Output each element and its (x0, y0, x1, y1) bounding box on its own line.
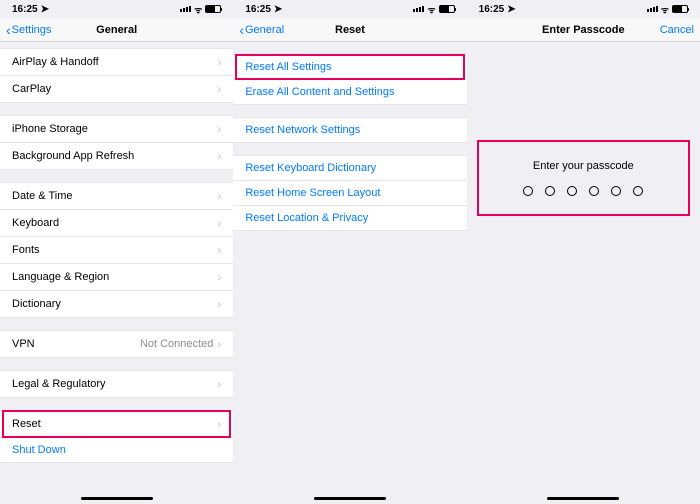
chevron-right-icon: › (217, 337, 221, 351)
cancel-button[interactable]: Cancel (660, 24, 694, 36)
list-row[interactable]: Legal & Regulatory› (0, 370, 233, 398)
row-label: Reset Keyboard Dictionary (245, 162, 454, 174)
row-label: Keyboard (12, 217, 217, 229)
signal-icon (413, 6, 424, 12)
list-row[interactable]: Reset Home Screen Layout (233, 181, 466, 206)
list-row[interactable]: VPNNot Connected › (0, 330, 233, 358)
list-row[interactable]: Reset Location & Privacy (233, 206, 466, 231)
list-row[interactable]: Fonts› (0, 237, 233, 264)
chevron-right-icon: › (217, 149, 221, 163)
battery-icon (205, 5, 221, 13)
list-row[interactable]: Language & Region› (0, 264, 233, 291)
row-label: AirPlay & Handoff (12, 56, 217, 68)
list-row[interactable]: Reset Network Settings (233, 117, 466, 143)
chevron-left-icon: ‹ (6, 23, 11, 37)
row-label: Language & Region (12, 271, 217, 283)
passcode-dot (567, 186, 577, 196)
row-label: Fonts (12, 244, 217, 256)
chevron-right-icon: › (217, 216, 221, 230)
wifi-icon: ᯤ (661, 3, 669, 16)
home-indicator[interactable] (547, 497, 619, 500)
status-bar: 16:25 ➤ ᯤ (233, 0, 466, 18)
status-bar: 16:25 ➤ ᯤ (467, 0, 700, 18)
row-label: iPhone Storage (12, 123, 217, 135)
row-label: VPN (12, 338, 140, 350)
chevron-right-icon: › (217, 122, 221, 136)
chevron-right-icon: › (217, 189, 221, 203)
row-label: Date & Time (12, 190, 217, 202)
row-label: Reset Location & Privacy (245, 212, 454, 224)
list-row[interactable]: Dictionary› (0, 291, 233, 318)
list-row[interactable]: Date & Time› (0, 182, 233, 210)
list-row[interactable]: AirPlay & Handoff› (0, 48, 233, 76)
list-row[interactable]: Shut Down (0, 438, 233, 463)
row-label: Reset All Settings (245, 61, 454, 73)
screen-passcode: 16:25 ➤ ᯤ Enter Passcode Cancel Enter yo… (467, 0, 700, 504)
list-row[interactable]: Reset Keyboard Dictionary (233, 155, 466, 181)
screen-general: 16:25 ➤ ᯤ ‹ Settings General AirPlay & H… (0, 0, 233, 504)
reset-list[interactable]: Reset All Settings Erase All Content and … (233, 42, 466, 504)
chevron-right-icon: › (217, 297, 221, 311)
list-row[interactable]: Keyboard› (0, 210, 233, 237)
status-bar: 16:25 ➤ ᯤ (0, 0, 233, 18)
navbar: Enter Passcode Cancel (467, 18, 700, 42)
back-button[interactable]: ‹ General (239, 23, 284, 37)
row-label: Shut Down (12, 444, 221, 456)
location-icon: ➤ (41, 4, 49, 15)
status-time: 16:25 (479, 4, 505, 15)
row-label: Reset Home Screen Layout (245, 187, 454, 199)
list-row[interactable]: Background App Refresh› (0, 143, 233, 170)
passcode-dots[interactable] (479, 186, 688, 196)
location-icon: ➤ (274, 4, 282, 15)
passcode-dot (589, 186, 599, 196)
chevron-right-icon: › (217, 243, 221, 257)
settings-list[interactable]: AirPlay & Handoff›CarPlay›iPhone Storage… (0, 42, 233, 504)
back-button[interactable]: ‹ Settings (6, 23, 51, 37)
row-label: Reset Network Settings (245, 124, 454, 136)
passcode-panel: Enter your passcode (477, 140, 690, 216)
battery-icon (672, 5, 688, 13)
row-value: Not Connected (140, 338, 213, 350)
status-time: 16:25 (245, 4, 271, 15)
screen-reset: 16:25 ➤ ᯤ ‹ General Reset Reset All Sett… (233, 0, 466, 504)
chevron-left-icon: ‹ (239, 23, 244, 37)
chevron-right-icon: › (217, 270, 221, 284)
passcode-dot (545, 186, 555, 196)
chevron-right-icon: › (217, 377, 221, 391)
navbar: ‹ General Reset (233, 18, 466, 42)
battery-icon (439, 5, 455, 13)
home-indicator[interactable] (81, 497, 153, 500)
back-label: General (245, 24, 284, 36)
list-row[interactable]: Reset› (0, 410, 233, 438)
row-label: Dictionary (12, 298, 217, 310)
list-row[interactable]: iPhone Storage› (0, 115, 233, 143)
row-label: Reset (12, 418, 217, 430)
row-label: Erase All Content and Settings (245, 86, 454, 98)
back-label: Settings (12, 24, 52, 36)
signal-icon (647, 6, 658, 12)
list-row[interactable]: Erase All Content and Settings (233, 80, 466, 105)
home-indicator[interactable] (314, 497, 386, 500)
passcode-dot (611, 186, 621, 196)
passcode-prompt: Enter your passcode (479, 160, 688, 172)
row-label: CarPlay (12, 83, 217, 95)
row-label: Legal & Regulatory (12, 378, 217, 390)
navbar: ‹ Settings General (0, 18, 233, 42)
list-row[interactable]: Reset All Settings (233, 54, 466, 80)
location-icon: ➤ (507, 4, 515, 15)
list-row[interactable]: CarPlay› (0, 76, 233, 103)
status-time: 16:25 (12, 4, 38, 15)
row-label: Background App Refresh (12, 150, 217, 162)
passcode-dot (633, 186, 643, 196)
wifi-icon: ᯤ (194, 3, 202, 16)
chevron-right-icon: › (217, 82, 221, 96)
wifi-icon: ᯤ (427, 3, 435, 16)
signal-icon (180, 6, 191, 12)
chevron-right-icon: › (217, 55, 221, 69)
passcode-dot (523, 186, 533, 196)
chevron-right-icon: › (217, 417, 221, 431)
